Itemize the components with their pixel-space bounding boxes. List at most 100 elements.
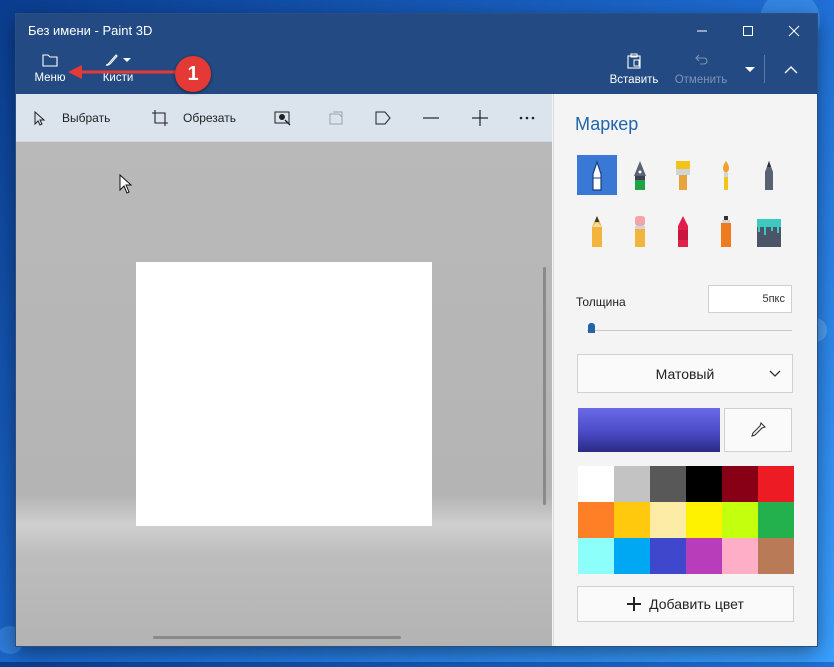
- window-title: Без имени - Paint 3D: [28, 23, 153, 38]
- palette-color-swatch[interactable]: [758, 502, 794, 538]
- paste-button[interactable]: Вставить: [608, 53, 660, 86]
- thickness-slider-thumb[interactable]: [588, 323, 596, 333]
- crayon-brush[interactable]: [663, 211, 703, 251]
- thickness-input[interactable]: 5пкс: [708, 285, 792, 313]
- chevron-up-icon: [784, 66, 798, 74]
- undo-button[interactable]: Отменить: [672, 53, 730, 86]
- palette-color-swatch[interactable]: [650, 502, 686, 538]
- maximize-icon: [743, 25, 753, 36]
- marker-brush[interactable]: [577, 155, 617, 195]
- magic-select-tool[interactable]: [274, 94, 292, 141]
- horizontal-scrollbar[interactable]: [153, 636, 401, 639]
- palette-color-swatch[interactable]: [650, 466, 686, 502]
- crop-tool[interactable]: Обрезать: [151, 94, 236, 141]
- zoom-out-button[interactable]: [422, 94, 440, 141]
- folder-icon: [42, 54, 58, 67]
- watercolor-brush[interactable]: [706, 155, 746, 195]
- palette-color-swatch[interactable]: [722, 466, 758, 502]
- fill-bucket-brush[interactable]: [749, 211, 789, 251]
- close-button[interactable]: [771, 14, 817, 47]
- palette-color-swatch[interactable]: [650, 538, 686, 574]
- annotation-arrow: [68, 65, 178, 79]
- palette-color-swatch[interactable]: [578, 502, 614, 538]
- current-color-swatch[interactable]: [578, 408, 720, 452]
- minimize-button[interactable]: [679, 14, 725, 47]
- paint3d-window: Без имени - Paint 3D Меню Кисти Вставить: [16, 14, 817, 646]
- eraser-icon: [635, 216, 645, 247]
- collapse-ribbon-button[interactable]: [776, 55, 806, 85]
- palette-color-swatch[interactable]: [686, 502, 722, 538]
- annotation-badge: 1: [175, 56, 211, 92]
- crop-icon: [152, 109, 168, 126]
- minimize-icon: [697, 30, 707, 31]
- close-icon: [788, 25, 800, 36]
- sticker-tool[interactable]: [374, 94, 392, 141]
- more-options-button[interactable]: [518, 94, 536, 141]
- thickness-slider[interactable]: [587, 330, 792, 331]
- minus-icon: [423, 116, 439, 119]
- thickness-label: Толщина: [576, 295, 626, 309]
- plus-icon: [472, 109, 488, 126]
- eyedropper-icon: [751, 421, 767, 437]
- undo-icon: [695, 54, 708, 65]
- add-color-label: Добавить цвет: [649, 596, 744, 612]
- ellipsis-icon: [519, 116, 535, 119]
- clipboard-icon: [627, 53, 641, 69]
- palette-color-swatch[interactable]: [686, 466, 722, 502]
- finish-dropdown[interactable]: Матовый: [577, 354, 793, 393]
- calligraphy-pen-brush[interactable]: [620, 155, 660, 195]
- panel-title: Маркер: [575, 114, 639, 134]
- palette-color-swatch[interactable]: [614, 502, 650, 538]
- pencil-brush[interactable]: [577, 211, 617, 251]
- oil-brush-icon: [676, 161, 690, 190]
- select-tool[interactable]: Выбрать: [32, 94, 110, 141]
- palette-color-swatch[interactable]: [614, 538, 650, 574]
- palette-color-swatch[interactable]: [758, 466, 794, 502]
- add-color-button[interactable]: Добавить цвет: [577, 586, 794, 622]
- drawing-canvas[interactable]: [136, 262, 432, 526]
- chevron-down-icon: [769, 370, 781, 377]
- select-label: Выбрать: [62, 110, 111, 125]
- pixel-pen-brush[interactable]: [749, 155, 789, 195]
- spray-can-brush[interactable]: [706, 211, 746, 251]
- spray-can-icon: [721, 216, 731, 247]
- canvas-toolbar: Выбрать Обрезать: [16, 94, 552, 142]
- mouse-cursor-icon: [119, 174, 133, 194]
- canvas-area[interactable]: [16, 142, 552, 646]
- pencil-icon: [592, 216, 602, 247]
- pixel-pen-icon: [765, 161, 773, 190]
- maximize-button[interactable]: [725, 14, 771, 47]
- plus-icon: [627, 597, 642, 611]
- select-arrow-icon: [34, 110, 46, 126]
- copy-3d-tool[interactable]: [327, 94, 345, 141]
- palette-color-swatch[interactable]: [758, 538, 794, 574]
- eraser-brush[interactable]: [620, 211, 660, 251]
- magic-select-icon: [274, 111, 291, 125]
- calligraphy-pen-icon: [634, 161, 646, 190]
- paste-label: Вставить: [609, 74, 659, 86]
- fill-bucket-icon: [757, 219, 781, 247]
- palette-color-swatch[interactable]: [722, 502, 758, 538]
- color-palette: [578, 466, 794, 574]
- palette-color-swatch[interactable]: [578, 538, 614, 574]
- watercolor-icon: [723, 161, 729, 190]
- marker-icon: [592, 160, 602, 191]
- brush-panel: Маркер Толщина 5пкс Матовый Добавить цве…: [553, 94, 817, 646]
- redo-dropdown-button[interactable]: [738, 57, 762, 83]
- zoom-in-button[interactable]: [471, 94, 489, 141]
- finish-value: Матовый: [655, 365, 715, 382]
- eyedropper-button[interactable]: [724, 408, 792, 452]
- palette-color-swatch[interactable]: [614, 466, 650, 502]
- palette-color-swatch[interactable]: [578, 466, 614, 502]
- crop-label: Обрезать: [183, 110, 236, 125]
- flag-icon: [375, 111, 391, 124]
- title-bar: Без имени - Paint 3D: [16, 14, 817, 47]
- undo-label: Отменить: [674, 74, 728, 86]
- oil-brush[interactable]: [663, 155, 703, 195]
- copy-3d-icon: [329, 111, 343, 124]
- palette-color-swatch[interactable]: [686, 538, 722, 574]
- ribbon-divider: [764, 55, 765, 83]
- crayon-icon: [678, 216, 688, 247]
- palette-color-swatch[interactable]: [722, 538, 758, 574]
- vertical-scrollbar[interactable]: [543, 267, 546, 505]
